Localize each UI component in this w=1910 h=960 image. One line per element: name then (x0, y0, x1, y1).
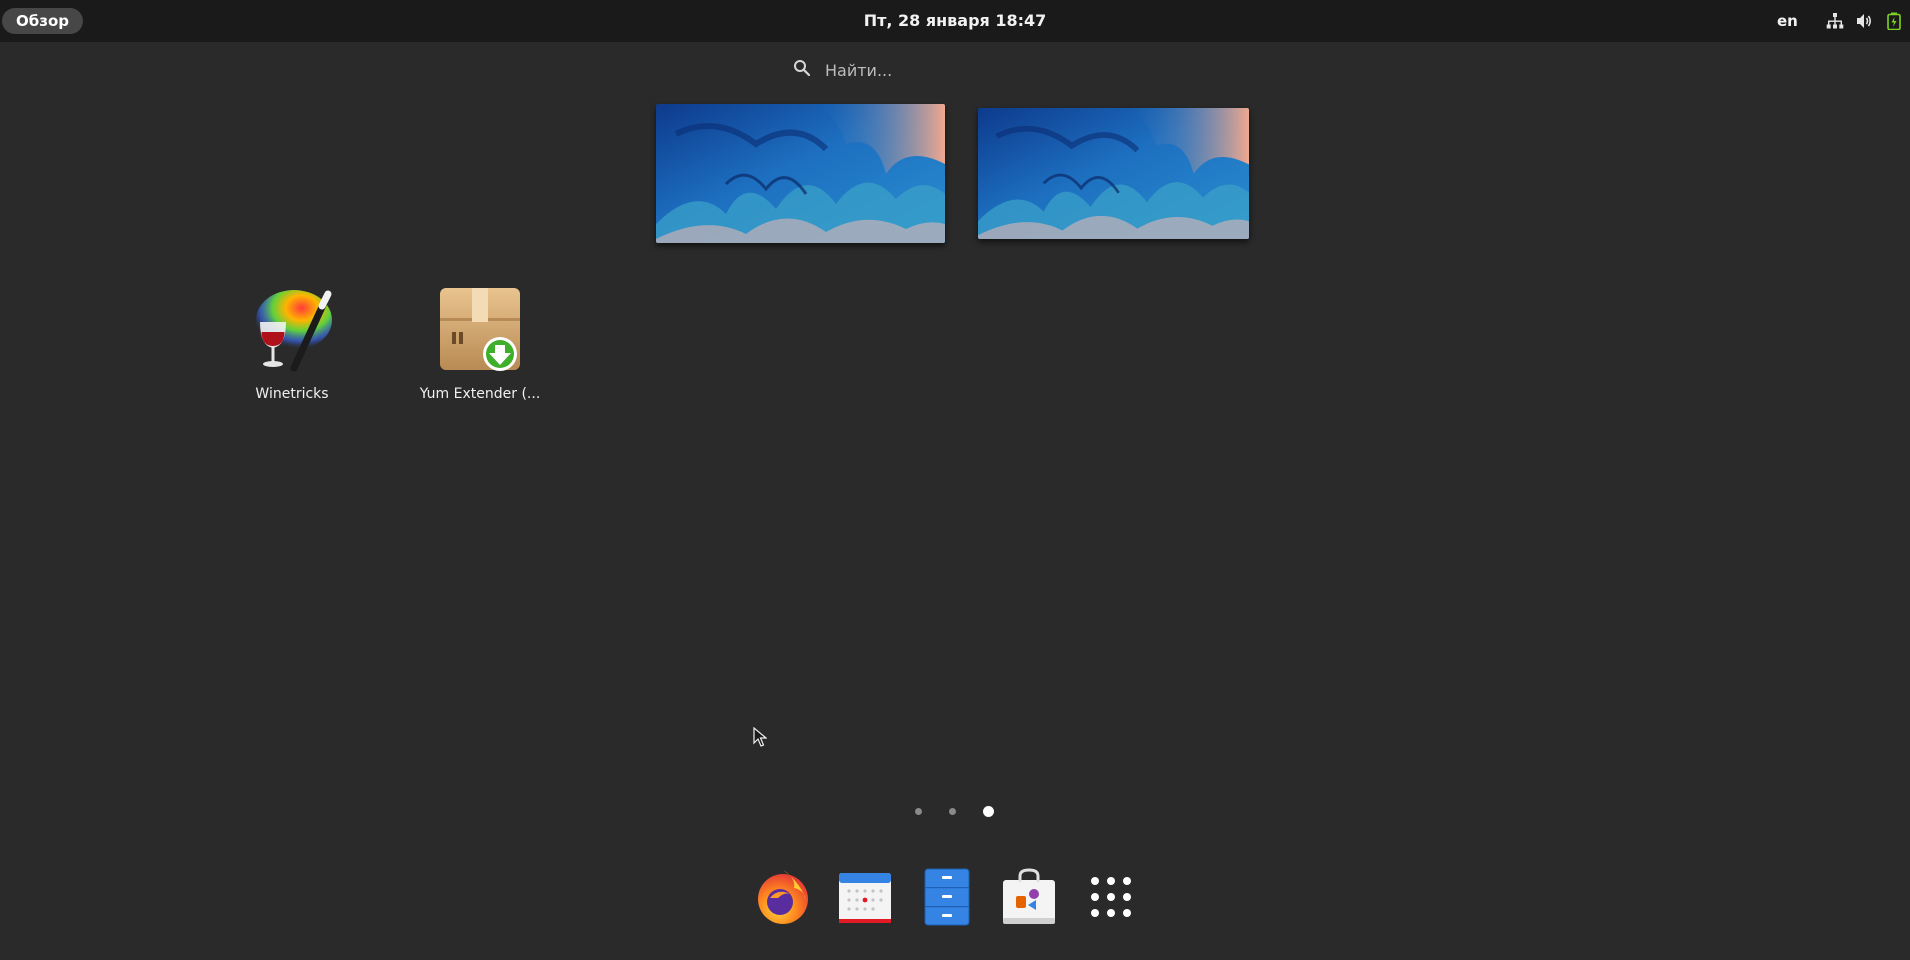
network-icon[interactable] (1826, 12, 1844, 30)
yum-extender-icon (434, 284, 526, 376)
page-dot-3[interactable] (983, 806, 994, 817)
page-indicator (915, 806, 994, 817)
gnome-overview: Обзор Пт, 28 января 18:47 en Найти... Wi… (0, 0, 1910, 960)
firefox-icon[interactable] (754, 868, 812, 926)
top-bar: Обзор Пт, 28 января 18:47 en (0, 0, 1910, 42)
calendar-icon[interactable] (836, 868, 894, 926)
clock-area: Пт, 28 января 18:47 (0, 0, 1910, 42)
mouse-pointer-icon (753, 726, 768, 751)
workspace-thumbnail-2[interactable] (978, 108, 1249, 239)
dash (754, 862, 1140, 932)
page-dot-2[interactable] (949, 808, 956, 815)
battery-icon[interactable] (1886, 12, 1902, 30)
search-icon (793, 59, 811, 81)
activities-button[interactable]: Обзор (2, 8, 83, 34)
app-label: Winetricks (255, 386, 329, 402)
winetricks-icon (246, 284, 338, 376)
workspace-thumbnail-1[interactable] (656, 104, 945, 243)
app-winetricks[interactable]: Winetricks (217, 284, 367, 402)
system-tray[interactable] (1826, 12, 1902, 30)
volume-icon[interactable] (1856, 12, 1874, 30)
search-input[interactable] (823, 59, 1087, 81)
app-yum-extender[interactable]: Yum Extender (... (405, 284, 555, 402)
search-bar[interactable] (793, 52, 1113, 88)
show-apps-icon[interactable] (1082, 868, 1140, 926)
keyboard-layout-indicator[interactable]: en (1777, 0, 1798, 42)
page-dot-1[interactable] (915, 808, 922, 815)
clock-label[interactable]: Пт, 28 января 18:47 (864, 11, 1047, 30)
software-icon[interactable] (1000, 868, 1058, 926)
files-icon[interactable] (918, 868, 976, 926)
app-label: Yum Extender (... (419, 386, 541, 402)
